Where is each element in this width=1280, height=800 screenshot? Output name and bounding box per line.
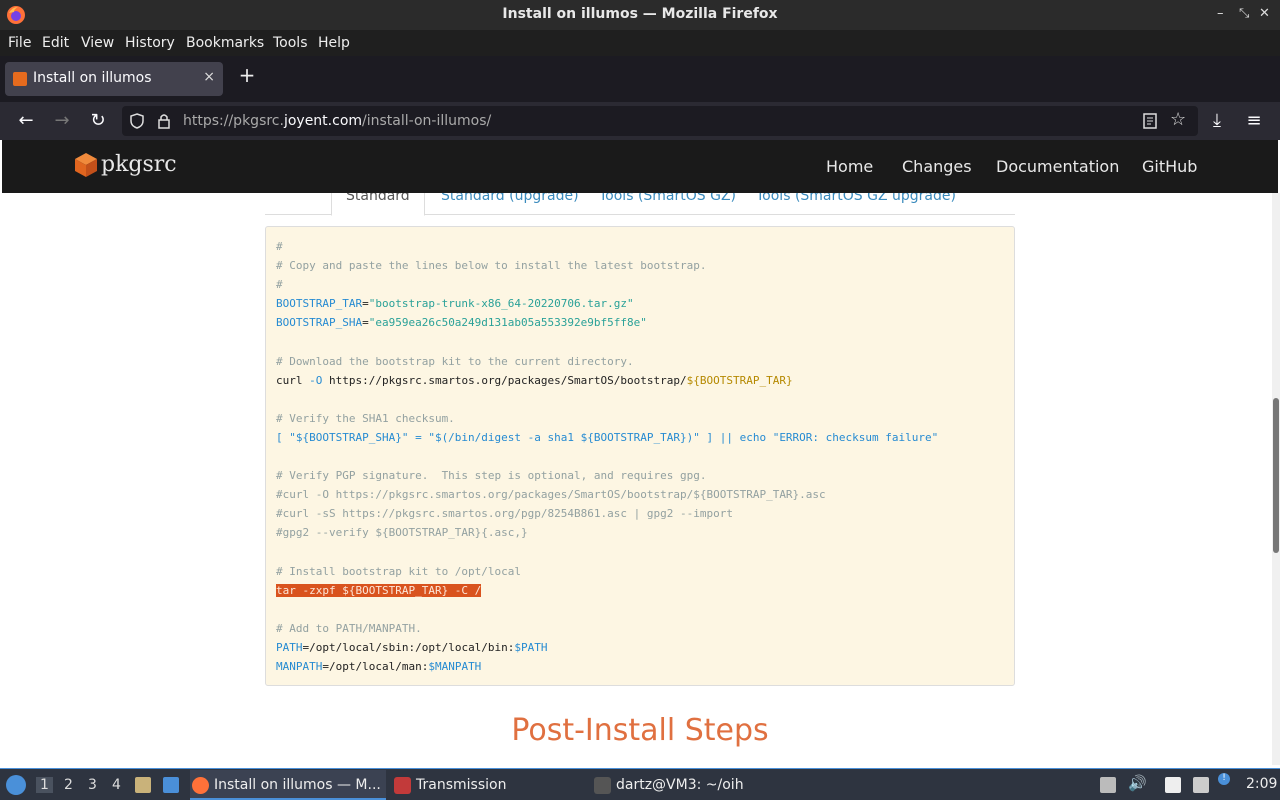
clipboard-tray-icon[interactable] xyxy=(1165,777,1181,793)
reader-view-icon[interactable] xyxy=(1143,113,1157,129)
nav-changes[interactable]: Changes xyxy=(902,157,972,176)
bookmark-star-icon[interactable]: ☆ xyxy=(1170,109,1186,130)
code-text[interactable]: # # Copy and paste the lines below to in… xyxy=(276,237,938,676)
code-block: # # Copy and paste the lines below to in… xyxy=(265,226,1015,686)
menu-help[interactable]: Help xyxy=(318,35,350,51)
task-firefox[interactable]: Install on illumos — M... xyxy=(190,770,386,800)
menu-bookmarks[interactable]: Bookmarks xyxy=(186,35,264,51)
notification-icon[interactable]: ! xyxy=(1218,773,1230,785)
restore-icon[interactable]: ⤡ xyxy=(1239,6,1249,21)
close-window-icon[interactable]: ✕ xyxy=(1259,6,1270,21)
logo-text: pkgsrc xyxy=(101,152,177,177)
menu-view[interactable]: View xyxy=(81,35,114,51)
tab-tools-smartos-gz[interactable]: Tools (SmartOS GZ) xyxy=(599,193,736,204)
nav-github[interactable]: GitHub xyxy=(1142,157,1197,176)
pkgsrc-favicon-icon xyxy=(13,72,27,86)
window-title: Install on illumos — Mozilla Firefox xyxy=(502,6,778,22)
show-desktop-icon[interactable] xyxy=(163,777,179,793)
browser-tab[interactable]: Install on illumos × xyxy=(5,62,223,96)
selected-command: tar -zxpf ${BOOTSTRAP_TAR} -C / xyxy=(276,583,482,597)
firefox-task-icon xyxy=(192,777,209,794)
task-transmission[interactable]: Transmission xyxy=(392,770,572,800)
page-scrollbar[interactable] xyxy=(1272,193,1280,765)
app-menu-icon[interactable]: ≡ xyxy=(1243,110,1265,132)
downloads-icon[interactable]: ⤓ xyxy=(1206,110,1228,132)
lock-icon[interactable] xyxy=(157,113,171,129)
task-terminal[interactable]: dartz@VM3: ~/oih xyxy=(592,770,762,800)
transmission-task-icon xyxy=(394,777,411,794)
new-tab-button[interactable]: + xyxy=(236,63,258,87)
updates-tray-icon[interactable] xyxy=(1100,777,1116,793)
terminal-task-icon xyxy=(594,777,611,794)
scrollbar-thumb[interactable] xyxy=(1273,398,1279,553)
workspace-2[interactable]: 2 xyxy=(64,777,73,793)
volume-icon[interactable]: 🔊 xyxy=(1128,774,1147,792)
back-icon[interactable]: ← xyxy=(15,110,37,132)
menu-edit[interactable]: Edit xyxy=(42,35,69,51)
minimize-icon[interactable]: – xyxy=(1217,6,1224,21)
tab-standard-upgrade[interactable]: Standard (upgrade) xyxy=(441,193,579,204)
install-tabs: Standard Standard (upgrade) Tools (Smart… xyxy=(265,193,1015,216)
tab-standard[interactable]: Standard xyxy=(331,193,425,216)
post-install-heading: Post-Install Steps xyxy=(511,713,769,748)
tab-tools-smartos-gz-upgrade[interactable]: Tools (SmartOS GZ upgrade) xyxy=(756,193,956,204)
start-menu-icon[interactable] xyxy=(6,775,26,795)
url-bar[interactable]: https://pkgsrc.joyent.com/install-on-ill… xyxy=(122,106,1198,136)
workspace-4[interactable]: 4 xyxy=(112,777,121,793)
shield-icon[interactable] xyxy=(129,113,145,129)
clock[interactable]: 2:09 xyxy=(1246,776,1277,792)
url-text[interactable]: https://pkgsrc.joyent.com/install-on-ill… xyxy=(183,113,491,129)
tab-label: Install on illumos xyxy=(33,70,152,86)
nav-home[interactable]: Home xyxy=(826,157,873,176)
page-content: Standard Standard (upgrade) Tools (Smart… xyxy=(2,193,1272,765)
workspace-1[interactable]: 1 xyxy=(36,777,53,793)
file-manager-icon[interactable] xyxy=(135,777,151,793)
pkgsrc-cube-icon xyxy=(75,153,97,177)
nav-documentation[interactable]: Documentation xyxy=(996,157,1119,176)
menu-tools[interactable]: Tools xyxy=(273,35,308,51)
window-titlebar: Install on illumos — Mozilla Firefox – ⤡… xyxy=(0,0,1280,30)
menu-file[interactable]: File xyxy=(8,35,31,51)
reload-icon[interactable]: ↻ xyxy=(87,110,109,132)
menubar: File Edit View History Bookmarks Tools H… xyxy=(0,30,1280,56)
menu-history[interactable]: History xyxy=(125,35,175,51)
forward-icon[interactable]: → xyxy=(51,110,73,132)
taskbar: 1 2 3 4 Install on illumos — M... Transm… xyxy=(0,768,1280,800)
network-tray-icon[interactable] xyxy=(1193,777,1209,793)
nav-toolbar: ← → ↻ https://pkgsrc.joyent.com/install-… xyxy=(0,102,1280,140)
workspace-3[interactable]: 3 xyxy=(88,777,97,793)
tab-strip: Install on illumos × xyxy=(0,56,1280,102)
tab-close-icon[interactable]: × xyxy=(203,69,215,85)
